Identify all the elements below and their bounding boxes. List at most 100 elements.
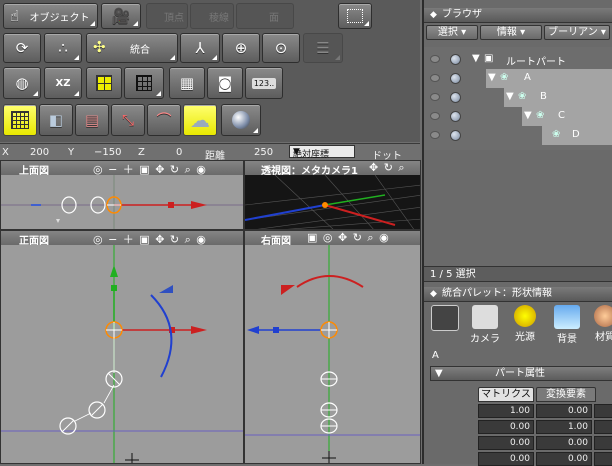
expand-triangle-icon[interactable]: ▼ — [488, 72, 496, 83]
selection-rect-button[interactable] — [338, 3, 372, 29]
perspective-view[interactable]: 透視図：メタカメラ1 ✥ ↻ ⌕ ◉ — [244, 160, 421, 230]
visibility-toggle[interactable] — [450, 73, 461, 84]
tree-row-root[interactable]: ▼ ▣ ルートパート — [424, 50, 612, 69]
cube-button[interactable]: ◧ — [39, 104, 73, 136]
target2-button[interactable]: ⊙ — [262, 33, 300, 63]
edge-mode-button[interactable]: 稜線 — [190, 3, 234, 29]
palette-title: 統合パレット：形状情報 — [442, 288, 552, 299]
tree-row-c[interactable]: ▼ ❀ C — [424, 107, 612, 126]
shape-button[interactable]: ◙ — [207, 67, 243, 99]
tree-row-d[interactable]: ❀ D — [424, 126, 612, 145]
camera-palette-button[interactable]: カメラ — [466, 303, 504, 345]
render-button[interactable] — [221, 104, 261, 136]
transform-button[interactable]: ⤡ — [111, 104, 145, 136]
eye-icon[interactable] — [430, 131, 440, 139]
light-palette-button[interactable]: 光源 — [506, 303, 544, 345]
background-palette-button[interactable]: 背景 — [548, 303, 586, 345]
x-value[interactable]: 200 — [30, 147, 49, 158]
collapse-icon[interactable]: ◆ — [430, 8, 437, 22]
browser-menu-boolean[interactable]: ブーリアン ▾ — [544, 25, 610, 40]
curve-mesh-icon: ⌒ — [156, 110, 172, 129]
browser-titlebar[interactable]: ◆ ブラウザ — [424, 8, 612, 23]
shape-info-button[interactable] — [430, 303, 460, 345]
front-view[interactable]: 正面図 ◎ − ＋ ▣ ✥ ↻ ⌕ ◉ — [0, 230, 244, 464]
camera-button[interactable]: 🎥 — [101, 3, 141, 29]
tree-label-a: A — [524, 72, 531, 83]
axis-w-icon: ⅄ — [195, 38, 205, 57]
collapse-icon[interactable]: ◆ — [430, 287, 437, 301]
visibility-toggle[interactable] — [450, 92, 461, 103]
expand-triangle-icon[interactable]: ▼ — [472, 53, 480, 64]
tab-transform[interactable]: 変換要素 — [536, 387, 596, 402]
layers-button[interactable]: ☰ — [303, 33, 343, 63]
visibility-toggle[interactable] — [450, 111, 461, 122]
grid-snap-icon — [96, 75, 112, 91]
y-value[interactable]: −150 — [94, 147, 121, 158]
eye-icon[interactable] — [430, 74, 440, 82]
target-button[interactable]: ⊕ — [222, 33, 260, 63]
grid-button[interactable] — [124, 67, 164, 99]
right-view-canvas — [245, 245, 420, 463]
matrix-cell[interactable]: 1.00 — [478, 404, 534, 418]
browser-menu-info[interactable]: 情報 ▾ — [480, 25, 542, 40]
z-label: Z — [138, 147, 145, 158]
face-mode-button[interactable]: 面 — [236, 3, 294, 29]
matrix-cell[interactable]: 0.00 — [536, 404, 592, 418]
part-attributes-header[interactable]: ▼ パート属性 — [430, 366, 612, 381]
light-bulb-icon — [514, 305, 536, 327]
palette-titlebar[interactable]: ◆ 統合パレット：形状情報 — [424, 287, 612, 302]
vertex-mode-button[interactable]: 頂点 — [146, 3, 188, 29]
object-mode-button[interactable]: ☝ オブジェクト — [3, 3, 98, 29]
matrix-cell[interactable] — [594, 404, 612, 418]
matrix-cell[interactable]: 0.00 — [478, 420, 534, 434]
top-view[interactable]: 上面図 ◎ − ＋ ▣ ✥ ↻ ⌕ ◉ — [0, 160, 244, 230]
distance-value[interactable]: 250 — [254, 147, 273, 158]
right-view-tools[interactable]: ▣ ◎ ✥ ↻ ⌕ ◉ — [307, 231, 390, 245]
stripe-button[interactable]: ▤ — [75, 104, 109, 136]
expand-triangle-icon[interactable]: ▼ — [435, 367, 443, 380]
matrix-cell[interactable]: 0.00 — [478, 436, 534, 450]
tree-row-b[interactable]: ▼ ❀ B — [424, 88, 612, 107]
matrix-cell[interactable]: 1.00 — [536, 420, 592, 434]
grid-icon — [136, 75, 152, 91]
calculator-button[interactable]: ▦ — [169, 67, 205, 99]
eye-icon[interactable] — [430, 93, 440, 101]
sphere-icon — [232, 111, 250, 129]
edit-grid-button[interactable] — [3, 104, 37, 136]
browser-menu-select[interactable]: 選択 ▾ — [426, 25, 478, 40]
material-palette-button[interactable]: 材質 — [590, 303, 612, 345]
matrix-cell[interactable]: 0.00 — [536, 436, 592, 450]
expand-triangle-icon[interactable]: ▼ — [524, 110, 532, 121]
free-form-button[interactable]: ☁ — [183, 104, 217, 136]
rotate-view-button[interactable]: ⟳ — [3, 33, 41, 63]
globe-button[interactable]: ◍ — [3, 67, 41, 99]
tab-matrix[interactable]: マトリクス — [478, 387, 534, 402]
striped-surface-icon: ▤ — [84, 110, 100, 129]
curve-button[interactable]: ⌒ — [147, 104, 181, 136]
shape-info-icon — [431, 305, 459, 331]
right-view[interactable]: 右面図 ▣ ◎ ✥ ↻ ⌕ ◉ — [244, 230, 421, 464]
joint-icon: ❀ — [552, 129, 561, 140]
grid-snap-button[interactable] — [86, 67, 122, 99]
right-view-header: 右面図 ▣ ◎ ✥ ↻ ⌕ ◉ — [245, 231, 420, 247]
numeric-input-button[interactable]: 123.. — [245, 67, 283, 99]
eye-icon[interactable] — [430, 112, 440, 120]
coord-mode-select[interactable]: 絶対座標 ▼ — [289, 145, 355, 160]
unify-button[interactable]: ✣ 統合 — [86, 33, 178, 63]
tree-row-a[interactable]: ▼ ❀ A — [424, 69, 612, 88]
xz-plane-button[interactable]: XZ — [44, 67, 82, 99]
matrix-cell[interactable] — [594, 436, 612, 450]
right-panel: ◆ ブラウザ 選択 ▾ 情報 ▾ ブーリアン ▾ ▼ ▣ ルートパート ▼ ❀ … — [422, 0, 612, 466]
unify-label: 統合 — [130, 44, 150, 56]
world-axis-button[interactable]: ⅄ — [180, 33, 220, 63]
z-value[interactable]: 0 — [176, 147, 182, 158]
expand-triangle-icon[interactable]: ▼ — [506, 91, 514, 102]
matrix-cell[interactable] — [594, 420, 612, 434]
parts-button[interactable]: ∴ — [44, 33, 82, 63]
refresh-icon: ⟳ — [15, 38, 29, 57]
eye-icon[interactable] — [430, 55, 440, 63]
background-palette-label: 背景 — [557, 334, 577, 345]
visibility-toggle[interactable] — [450, 54, 461, 65]
visibility-toggle[interactable] — [450, 130, 461, 141]
car-icon: ◙ — [217, 73, 233, 92]
